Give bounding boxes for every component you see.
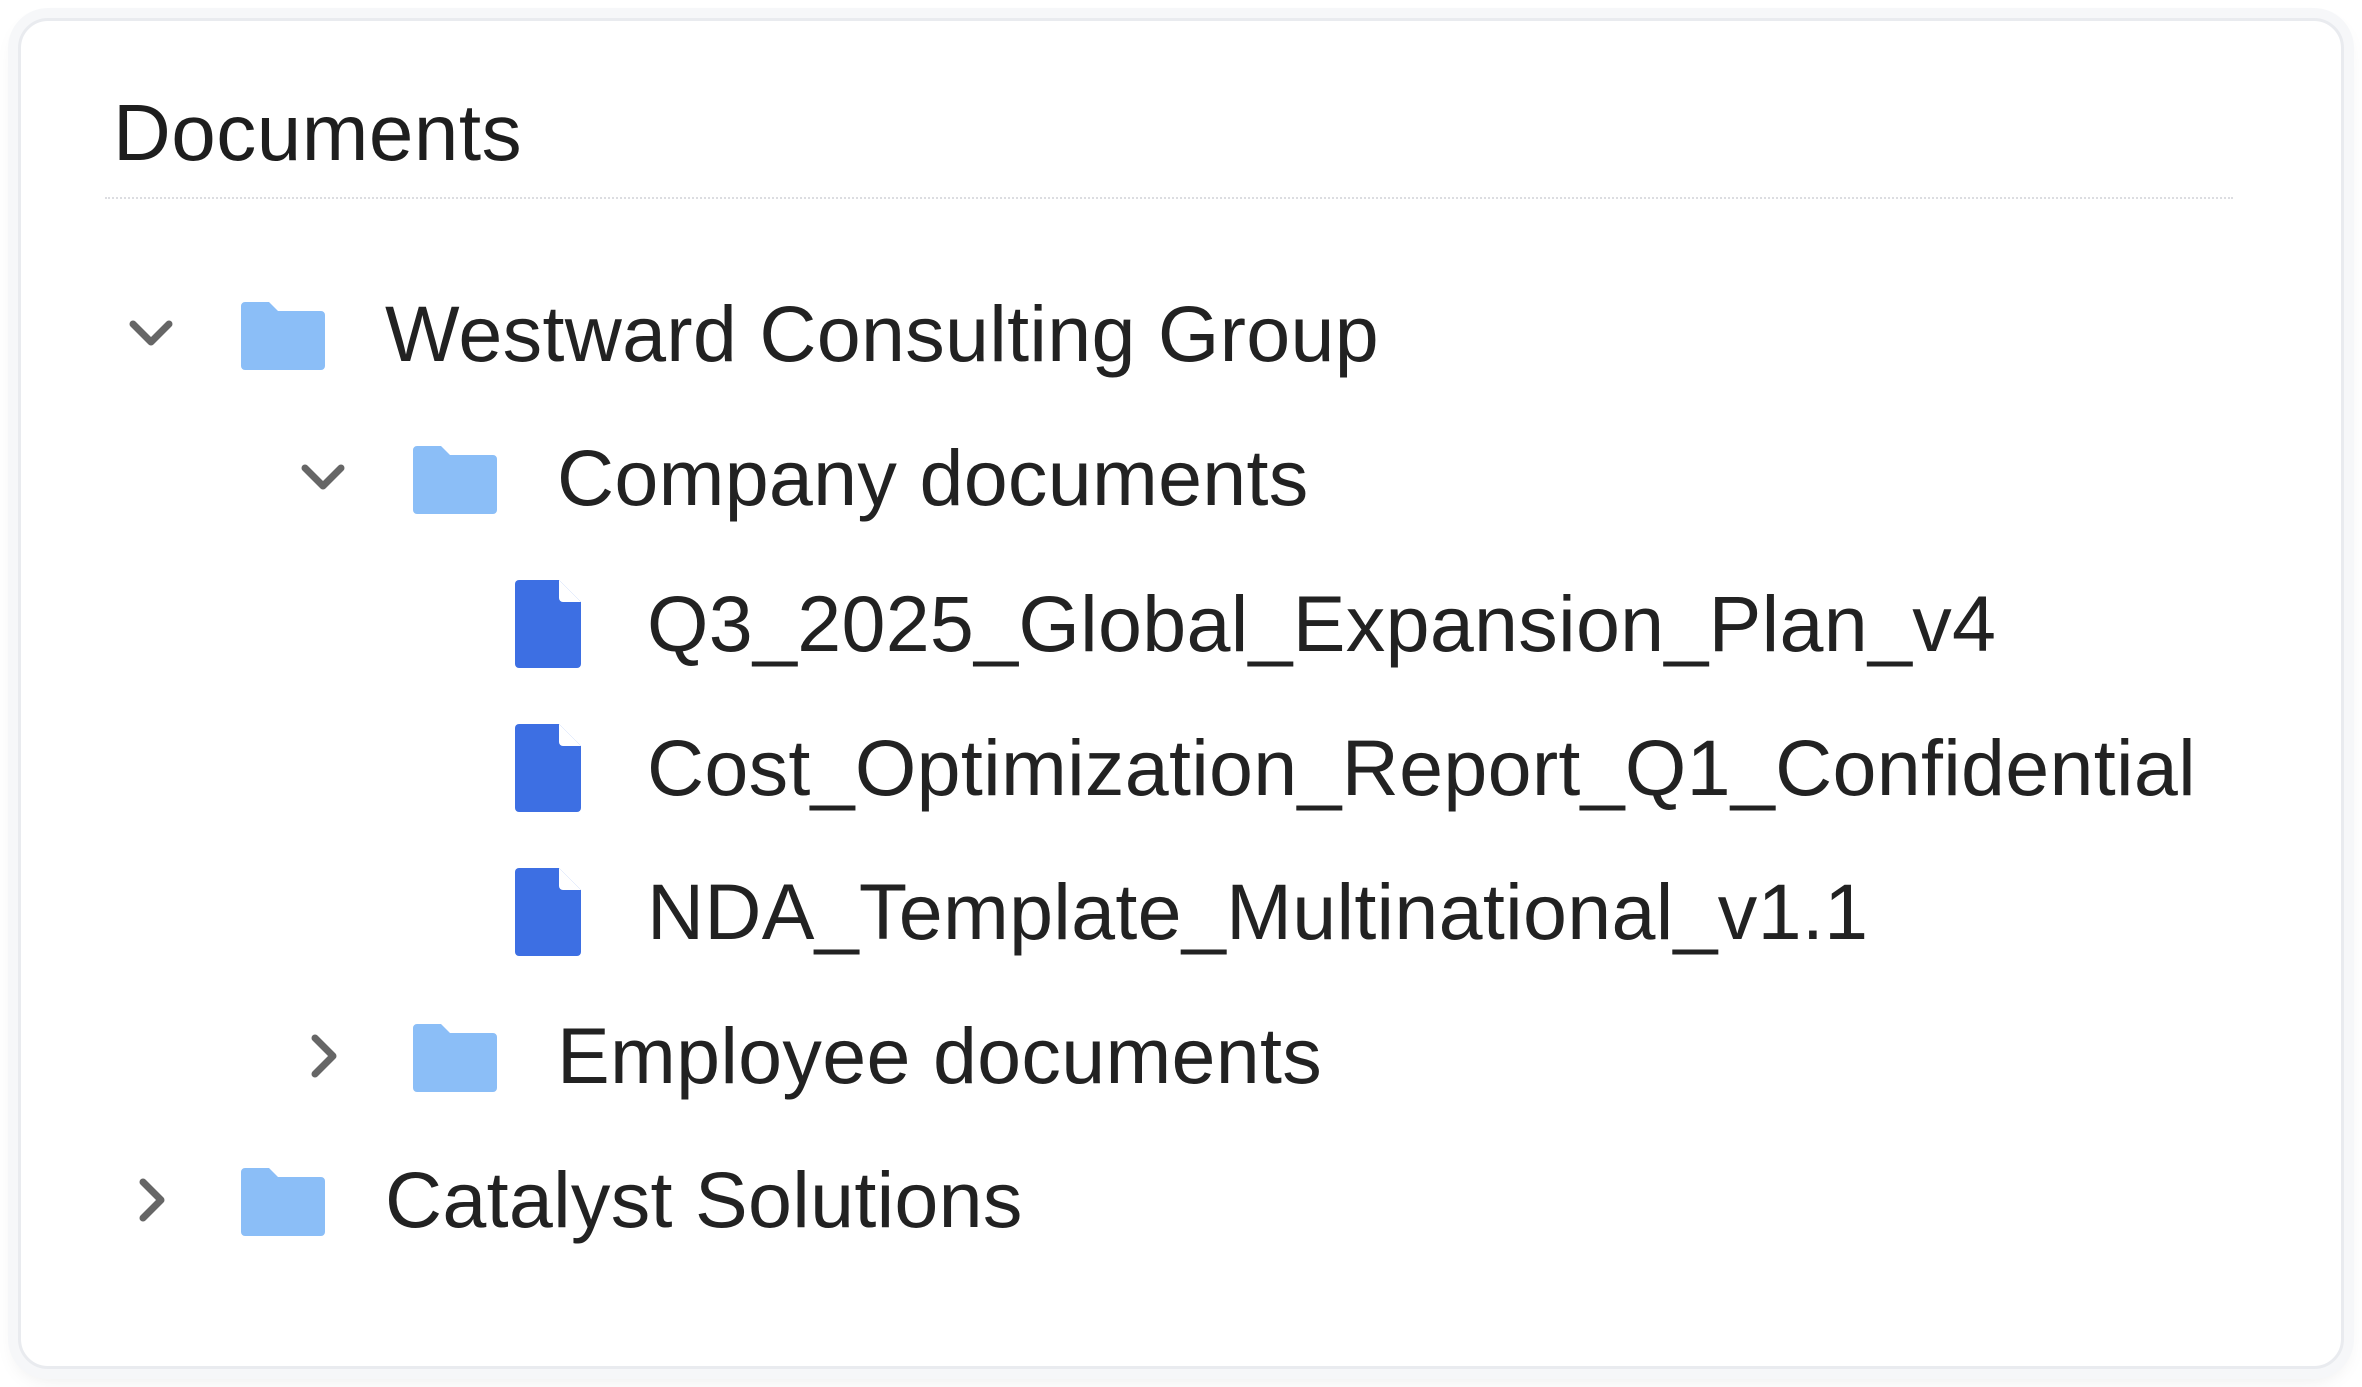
tree-item-catalyst-solutions[interactable]: Catalyst Solutions (121, 1145, 1023, 1255)
tree-file-q3-expansion-plan[interactable]: Q3_2025_Global_Expansion_Plan_v4 (515, 569, 1996, 679)
chevron-right-icon[interactable] (293, 1026, 353, 1086)
file-icon (515, 724, 581, 812)
file-icon (515, 868, 581, 956)
tree-item-label: Employee documents (557, 1011, 1323, 1100)
folder-icon (239, 1162, 327, 1238)
document-tree: Westward Consulting Group Company docume… (21, 21, 2341, 1366)
tree-item-label: Westward Consulting Group (385, 289, 1379, 378)
tree-file-cost-optimization-report[interactable]: Cost_Optimization_Report_Q1_Confidential (515, 713, 2196, 823)
tree-file-label: NDA_Template_Multinational_v1.1 (647, 867, 1869, 956)
file-icon (515, 580, 581, 668)
chevron-right-icon[interactable] (121, 1170, 181, 1230)
tree-item-label: Catalyst Solutions (385, 1155, 1023, 1244)
tree-item-company-documents[interactable]: Company documents (293, 423, 1309, 533)
tree-item-employee-documents[interactable]: Employee documents (293, 1001, 1322, 1111)
folder-icon (239, 296, 327, 372)
chevron-down-icon[interactable] (121, 304, 181, 364)
documents-panel: Documents Westward Consulting Group Comp… (18, 18, 2344, 1369)
tree-file-label: Cost_Optimization_Report_Q1_Confidential (647, 723, 2196, 812)
tree-item-label: Company documents (557, 433, 1309, 522)
folder-icon (411, 1018, 499, 1094)
folder-icon (411, 440, 499, 516)
chevron-down-icon[interactable] (293, 448, 353, 508)
tree-file-label: Q3_2025_Global_Expansion_Plan_v4 (647, 579, 1997, 668)
tree-file-nda-template[interactable]: NDA_Template_Multinational_v1.1 (515, 857, 1868, 967)
tree-item-westward-consulting-group[interactable]: Westward Consulting Group (121, 279, 1379, 389)
